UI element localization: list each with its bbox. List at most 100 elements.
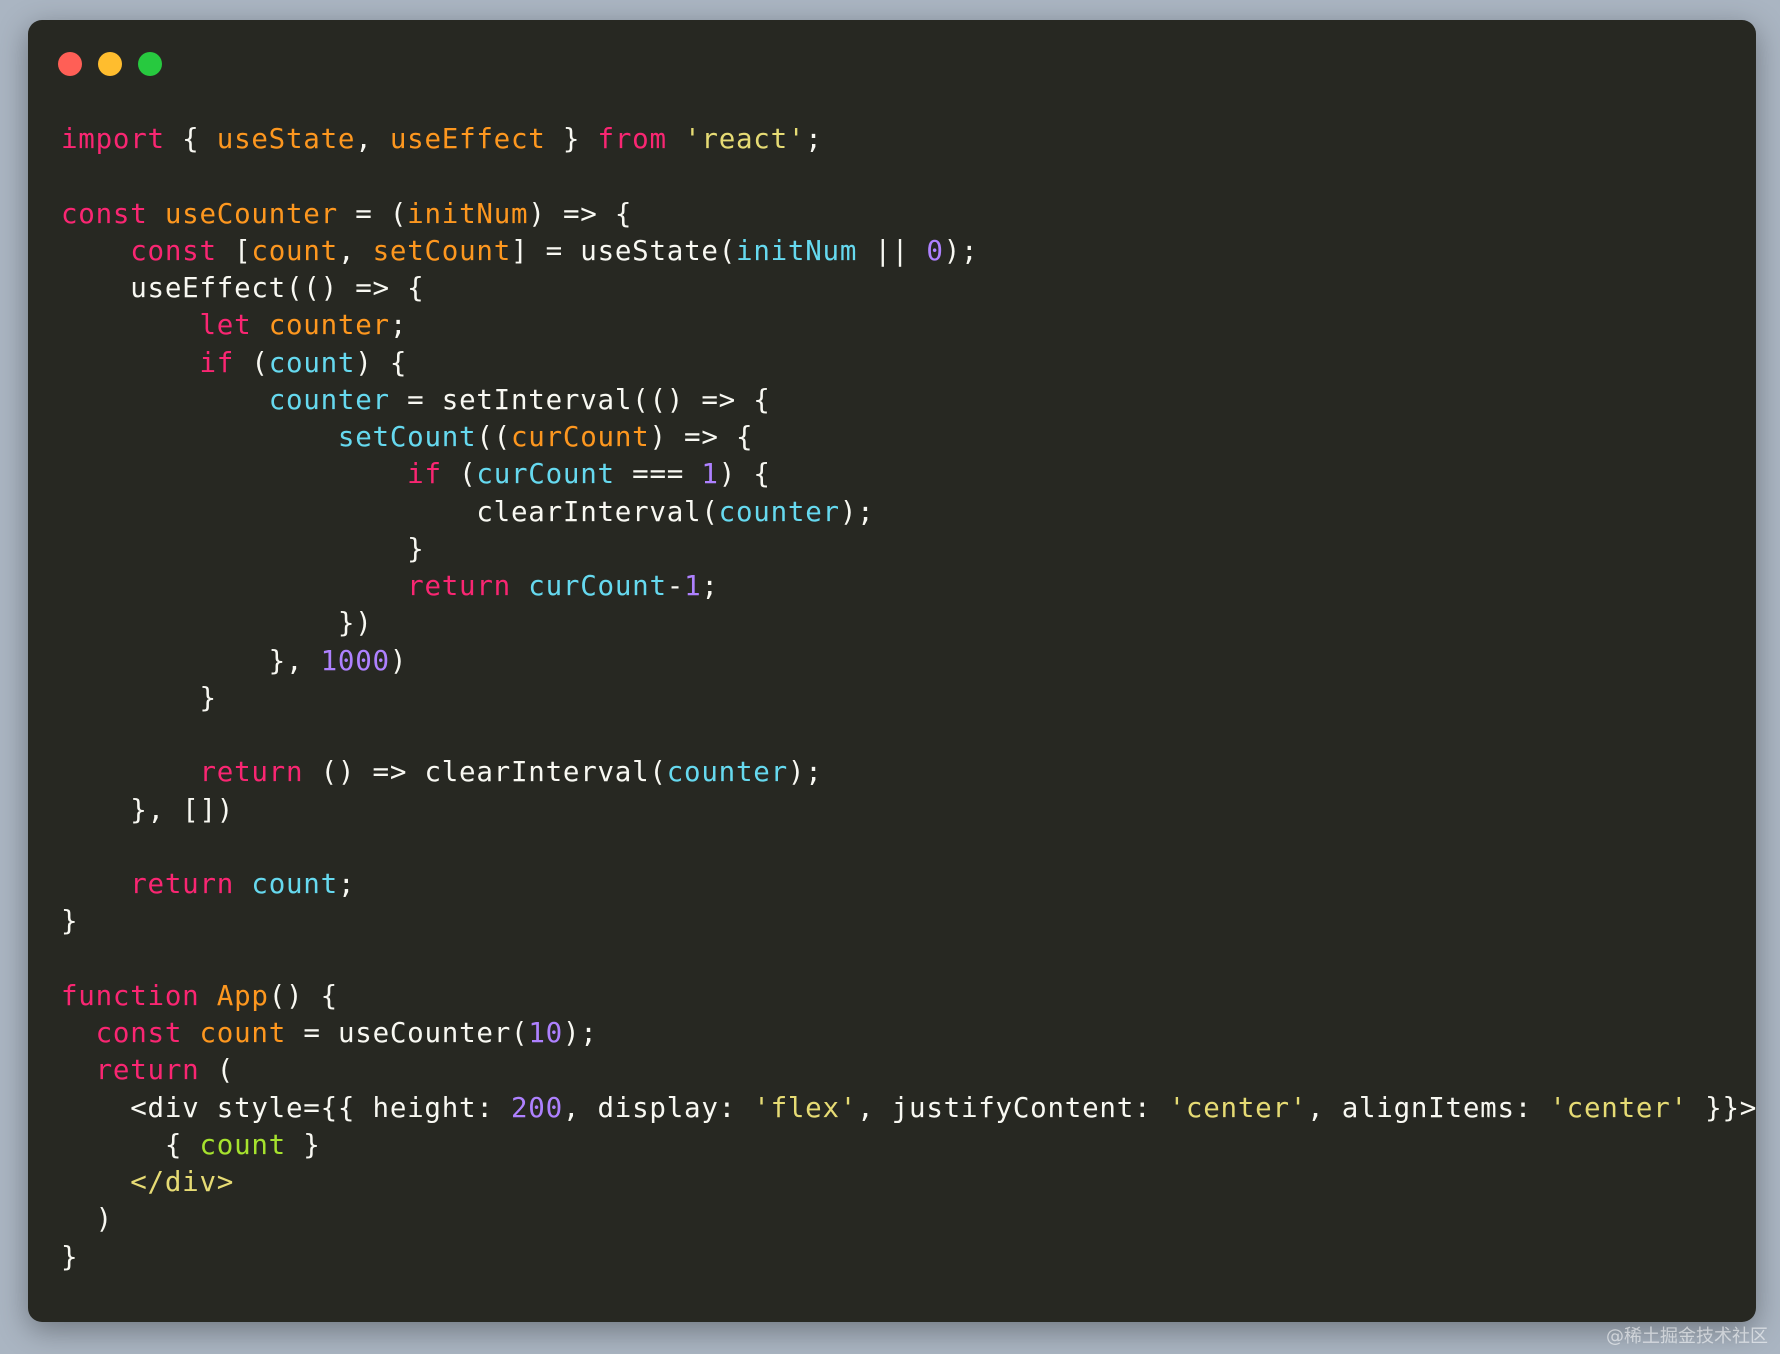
code-token-plain: = useCounter(	[286, 1017, 529, 1049]
code-token-plain: = (	[337, 197, 408, 230]
code-token-keyword: let	[199, 309, 252, 342]
code-line: clearInterval(counter);	[61, 494, 1757, 531]
code-token-func: curCount	[510, 421, 650, 453]
code-token-func: useCounter	[164, 197, 338, 230]
code-token-plain: },	[61, 644, 321, 677]
code-token-plain: ||	[857, 234, 927, 267]
code-token-plain: {	[164, 123, 217, 155]
code-line: useEffect(() => {	[61, 270, 1757, 307]
code-token-var: counter	[268, 383, 390, 416]
code-token-plain: = setInterval(() => {	[389, 383, 771, 416]
code-token-plain: ] = useState(	[511, 234, 737, 267]
code-token-plain: ) {	[355, 346, 408, 379]
code-line: </div>	[61, 1164, 1757, 1201]
code-token-string: 'flex'	[753, 1091, 858, 1124]
watermark: @稀土掘金技术社区	[1606, 1326, 1768, 1347]
code-token-var: curCount	[476, 458, 615, 491]
code-token-tag: </div>	[130, 1166, 235, 1198]
code-token-plain: }, [])	[61, 793, 235, 826]
code-token-var: curCount	[528, 570, 667, 602]
code-line: setCount((curCount) => {	[61, 419, 1757, 456]
code-token-string: 'center'	[1549, 1091, 1688, 1124]
code-token-plain: {	[61, 1128, 200, 1161]
code-token-plain: <div style={{ height:	[61, 1091, 511, 1124]
code-token-plain: }	[61, 532, 425, 565]
code-token-keyword: import	[61, 123, 165, 155]
maximize-button[interactable]	[138, 52, 162, 76]
code-token-keyword: return	[407, 570, 511, 602]
code-token-plain: ,	[355, 123, 390, 155]
code-token-plain: , justifyContent:	[857, 1091, 1169, 1124]
code-token-plain: (	[234, 346, 269, 379]
code-token-plain: );	[839, 495, 875, 528]
code-token-keyword: from	[597, 123, 667, 155]
code-token-plain: ;	[701, 570, 719, 602]
code-block: import { useState, useEffect } from 'rea…	[61, 121, 1757, 1276]
code-token-plain: )	[61, 1203, 113, 1236]
code-token-num: 0	[926, 234, 944, 267]
code-token-keyword: const	[95, 1017, 183, 1049]
code-token-var: setCount	[337, 421, 477, 453]
code-token-plain: (	[441, 458, 477, 491]
code-token-plain: [	[216, 234, 252, 267]
code-token-plain: () => clearInterval(	[303, 756, 667, 789]
code-line: if (count) {	[61, 345, 1757, 382]
code-token-var: counter	[666, 756, 788, 789]
code-token-keyword: if	[407, 458, 442, 491]
code-line: const count = useCounter(10);	[61, 1015, 1757, 1052]
code-token-num: 10	[528, 1017, 563, 1049]
code-token-num: 1	[701, 458, 719, 491]
code-token-keyword: return	[199, 756, 304, 789]
code-line: import { useState, useEffect } from 'rea…	[61, 121, 1757, 158]
code-token-var: initNum	[736, 234, 858, 267]
code-token-var: counter	[718, 495, 840, 528]
code-token-var: count	[251, 868, 338, 900]
code-token-func: initNum	[407, 197, 529, 230]
close-button[interactable]	[58, 52, 82, 76]
code-token-plain: }	[545, 123, 598, 155]
minimize-button[interactable]	[98, 52, 122, 76]
code-token-num: 200	[510, 1091, 563, 1124]
code-token-plain: () {	[268, 979, 338, 1012]
code-token-func: counter	[268, 309, 390, 342]
code-line: return (	[61, 1052, 1757, 1089]
code-token-plain: );	[943, 234, 979, 267]
code-token-func: count	[251, 234, 338, 267]
code-line: counter = setInterval(() => {	[61, 382, 1757, 419]
code-token-keyword: const	[130, 234, 217, 267]
code-token-func: setCount	[372, 234, 512, 267]
code-line: })	[61, 605, 1757, 642]
code-token-plain: ;	[389, 309, 408, 342]
code-token-green: count	[199, 1128, 286, 1161]
code-line: }	[61, 903, 1757, 940]
code-line: }	[61, 1239, 1757, 1276]
code-token-keyword: if	[199, 346, 235, 379]
code-token-num: 1000	[320, 644, 390, 677]
code-line: { count }	[61, 1127, 1757, 1164]
code-token-func: useState	[216, 123, 356, 155]
code-token-plain: )	[389, 644, 408, 677]
code-line: const [count, setCount] = useState(initN…	[61, 233, 1757, 270]
code-token-plain: ===	[614, 458, 702, 491]
code-token-keyword: function	[61, 979, 200, 1012]
code-token-plain: clearInterval(	[61, 495, 719, 528]
code-token-string: 'center'	[1168, 1091, 1308, 1124]
code-token-string: 'react'	[684, 123, 806, 155]
code-token-func: count	[199, 1017, 287, 1049]
code-line: }, [])	[61, 792, 1757, 829]
code-line: const useCounter = (initNum) => {	[61, 196, 1757, 233]
code-line: if (curCount === 1) {	[61, 456, 1757, 493]
